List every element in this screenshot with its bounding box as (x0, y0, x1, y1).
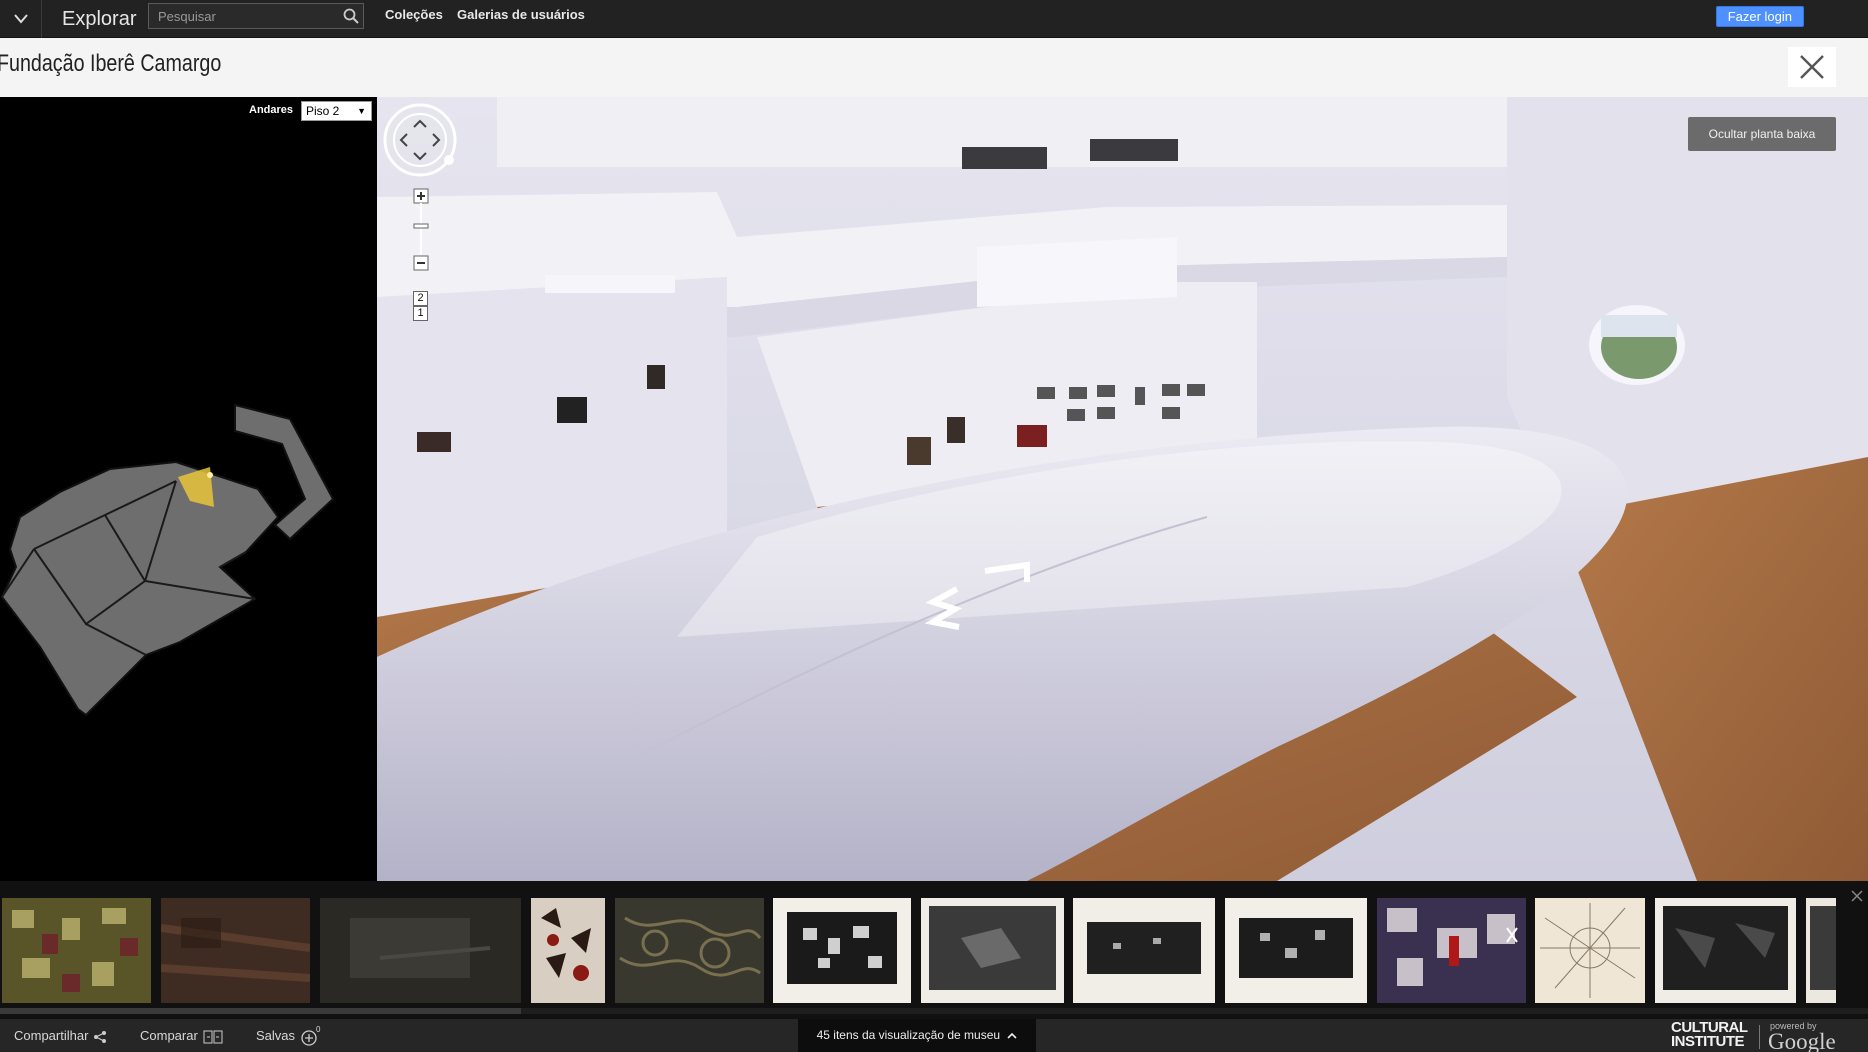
top-bar: Explorar Coleções Galerias de usuários F… (0, 0, 1868, 38)
login-button[interactable]: Fazer login (1715, 6, 1804, 27)
floor-plan-panel: Andares Piso 2 ▼ (0, 97, 377, 881)
close-strip-icon[interactable] (1850, 889, 1864, 903)
saved-count: 0 (316, 1025, 321, 1034)
strip-scrollbar-thumb[interactable] (0, 1008, 521, 1014)
floor-plan-map[interactable] (0, 97, 377, 881)
compare-icon (203, 1030, 223, 1044)
floor-select-value: Piso 2 (306, 104, 340, 118)
hide-floor-plan-button[interactable]: Ocultar planta baixa (1688, 117, 1836, 151)
street-view-panorama[interactable]: 2 1 Ocultar planta baixa (377, 97, 1868, 881)
nav-user-galleries-link[interactable]: Galerias de usuários (457, 7, 585, 23)
saved-button[interactable]: Salvas 0 (256, 1019, 324, 1052)
thumbnail-9[interactable] (1225, 898, 1367, 1003)
share-icon (94, 1030, 107, 1043)
chevron-up-icon (1007, 1032, 1017, 1039)
thumbnail-5[interactable] (615, 898, 764, 1003)
thumbnail-2[interactable] (161, 898, 310, 1003)
menu-toggle-button[interactable] (0, 0, 42, 38)
bottom-bar: Compartilhar Comparar Salvas 0 45 itens d… (0, 1019, 1868, 1052)
floor-button-1[interactable]: 1 (413, 306, 428, 321)
thumbnail-1[interactable] (2, 898, 151, 1003)
thumbnail-12[interactable] (1655, 898, 1796, 1003)
nav-collections-link[interactable]: Coleções (385, 7, 443, 23)
close-icon (1800, 55, 1824, 79)
page-title: Fundação Iberê Camargo (0, 50, 222, 77)
view-title-bar: Fundação Iberê Camargo (0, 38, 1868, 97)
share-label: Compartilhar (14, 1028, 89, 1043)
thumbnail-7[interactable] (921, 898, 1064, 1003)
search-box (148, 3, 364, 29)
search-input[interactable] (149, 4, 337, 28)
thumbnail-11[interactable] (1535, 898, 1645, 1003)
floors-label: Andares (249, 104, 294, 116)
compare-label: Comparar (140, 1028, 198, 1043)
logo-divider (1759, 1025, 1760, 1049)
search-icon[interactable] (342, 7, 360, 25)
thumbnail-10[interactable] (1377, 898, 1526, 1003)
share-button[interactable]: Compartilhar (14, 1019, 107, 1052)
close-view-button[interactable] (1788, 47, 1836, 87)
compare-button[interactable]: Comparar (140, 1019, 223, 1052)
floor-select[interactable]: Piso 2 ▼ (301, 101, 372, 121)
explore-menu[interactable]: Explorar (62, 6, 136, 32)
caret-down-icon: ▼ (357, 106, 366, 116)
google-logo: Google (1768, 1029, 1836, 1052)
thumbnail-13[interactable] (1806, 898, 1836, 1003)
museum-items-toggle[interactable]: 45 itens da visualização de museu (798, 1019, 1036, 1052)
cultural-institute-logo: CULTURAL INSTITUTE (1671, 1019, 1748, 1050)
museum-items-label: 45 itens da visualização de museu (816, 1028, 1001, 1042)
pan-control[interactable] (383, 103, 457, 177)
floor-button-2[interactable]: 2 (413, 291, 428, 306)
thumbnail-4[interactable] (531, 898, 605, 1003)
thumbnail-3[interactable] (320, 898, 521, 1003)
museum-interior-panorama[interactable] (377, 97, 1868, 881)
chevron-down-icon (13, 14, 28, 24)
zoom-control[interactable] (413, 188, 429, 271)
artwork-strip (0, 881, 1868, 1019)
saved-label: Salvas (256, 1028, 296, 1043)
thumbnail-6[interactable] (773, 898, 911, 1003)
thumbnail-8[interactable] (1073, 898, 1215, 1003)
strip-scrollbar[interactable] (0, 1008, 1868, 1014)
